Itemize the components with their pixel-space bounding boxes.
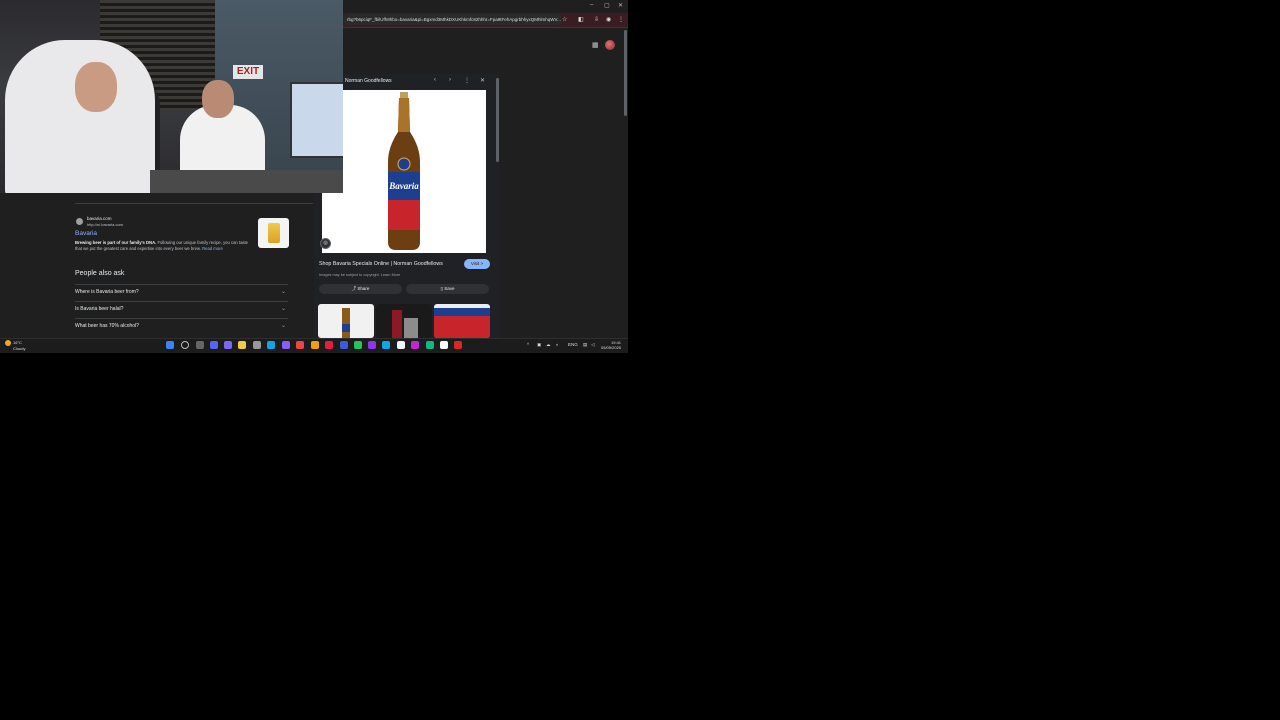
weather-desc: Cloudy — [13, 346, 26, 351]
task-view-icon[interactable] — [196, 341, 204, 349]
app-icon[interactable] — [382, 341, 390, 349]
related-image[interactable] — [318, 304, 374, 338]
webcam-overlay: EXIT — [0, 0, 343, 193]
chrome-active-icon[interactable] — [454, 341, 462, 349]
result-title-link[interactable]: Bavaria — [75, 230, 97, 237]
google-apps-icon[interactable]: ▦ — [592, 41, 600, 49]
person-white-hoodie — [5, 40, 155, 193]
chevron-down-icon: ⌄ — [280, 289, 286, 295]
bookmark-star-icon[interactable]: ☆ — [562, 16, 567, 23]
person-face — [75, 62, 117, 112]
save-button[interactable]: ▯ Save — [406, 284, 489, 294]
chrome-icon[interactable] — [296, 341, 304, 349]
related-image[interactable] — [434, 304, 490, 338]
desktop-screen: – ▢ ✕ rbg?b6pciqF_fbilUfh8hbo=bavaria&pi… — [0, 0, 628, 353]
app-icon[interactable] — [224, 341, 232, 349]
app-icon[interactable] — [411, 341, 419, 349]
profile-icon[interactable]: ◉ — [606, 16, 611, 23]
language-indicator[interactable]: ENG — [568, 342, 578, 347]
section-divider — [75, 203, 313, 204]
site-favicon-icon — [76, 218, 83, 225]
panel-scrollbar[interactable] — [496, 78, 499, 162]
beer-bottle-image: Bavaria — [388, 92, 420, 250]
extensions-icon[interactable]: ◧ — [578, 16, 584, 23]
system-clock[interactable]: 19:41 05/05/2025 — [601, 340, 621, 350]
page-scrollbar[interactable] — [624, 30, 627, 116]
read-more-link[interactable]: Read more — [202, 246, 223, 251]
result-site-url[interactable]: http://nl.bavaria.com — [87, 222, 123, 227]
result-site-name[interactable]: bavaria.com — [87, 216, 112, 221]
app-icon[interactable] — [311, 341, 319, 349]
file-explorer-icon[interactable] — [238, 341, 246, 349]
start-menu-icon[interactable] — [166, 341, 174, 349]
edge-icon[interactable] — [267, 341, 275, 349]
desk — [150, 170, 343, 193]
tray-app-icon[interactable]: ◐ — [556, 342, 559, 347]
url-field[interactable]: rbg?b6pciqF_fbilUfh8hbo=bavaria&pi=Bgxmd… — [343, 14, 562, 25]
more-options-icon[interactable]: ⋮ — [464, 77, 470, 84]
app-icon[interactable] — [426, 341, 434, 349]
paa-question-text: What beer has 70% alcohol? — [75, 323, 139, 329]
paa-question-text: Is Bavaria beer halal? — [75, 306, 124, 312]
paa-question[interactable]: Where is Bavaria beer from? ⌄ — [75, 284, 288, 301]
weather-temp: 16°C — [13, 340, 22, 346]
whatsapp-icon[interactable] — [354, 341, 362, 349]
paa-question-text: Where is Bavaria beer from? — [75, 289, 139, 295]
download-icon[interactable]: ⇩ — [594, 16, 599, 23]
paa-question[interactable]: What beer has 70% alcohol? ⌄ — [75, 318, 288, 335]
share-label: Share — [357, 286, 370, 291]
tray-app-icon[interactable]: ▣ — [537, 342, 541, 348]
minimize-icon[interactable]: – — [590, 2, 593, 8]
related-pack-image — [434, 308, 490, 338]
related-image[interactable] — [376, 304, 432, 338]
close-window-icon[interactable]: ✕ — [618, 2, 623, 9]
chevron-down-icon: ⌄ — [280, 306, 286, 312]
app-icon[interactable] — [440, 341, 448, 349]
tray-overflow-icon[interactable]: ^ — [527, 342, 529, 347]
obs-icon[interactable] — [282, 341, 290, 349]
person-face — [202, 80, 234, 118]
tray-app-icon[interactable]: ☁ — [546, 342, 551, 348]
people-also-ask-title: People also ask — [75, 270, 125, 277]
share-button[interactable]: ⤴ Share — [319, 284, 402, 294]
weather-widget[interactable]: 16°C Cloudy — [5, 340, 25, 351]
next-image-icon[interactable]: › — [449, 77, 451, 83]
related-bottle-image — [342, 308, 350, 338]
snippet-bold: Brewing beer is part of our family's DNA… — [75, 240, 157, 245]
paa-question[interactable]: Is Bavaria beer halal? ⌄ — [75, 301, 288, 318]
image-title[interactable]: Shop Bavaria Specials Online | Norman Go… — [319, 261, 443, 267]
save-label: Save — [444, 286, 455, 291]
vpn-icon[interactable] — [340, 341, 348, 349]
panel-source-name[interactable]: Norman Goodfellows — [345, 78, 392, 84]
clock-date: 05/05/2025 — [601, 345, 622, 350]
related-can-image — [392, 310, 418, 338]
copyright-notice: Images may be subject to copyright. Lear… — [319, 273, 401, 277]
background-monitor — [290, 82, 343, 158]
bottle-brand-text: Bavaria — [388, 181, 419, 191]
maximize-icon[interactable]: ▢ — [604, 2, 610, 9]
prev-image-icon[interactable]: ‹ — [434, 77, 436, 83]
notepad-icon[interactable] — [253, 341, 261, 349]
close-panel-icon[interactable]: ✕ — [480, 77, 485, 84]
menu-dots-icon[interactable]: ⋮ — [618, 16, 624, 23]
app-icon[interactable] — [397, 341, 405, 349]
lens-search-icon[interactable]: ◎ — [320, 238, 331, 249]
app-icon[interactable] — [325, 341, 333, 349]
result-snippet: Brewing beer is part of our family's DNA… — [75, 240, 250, 252]
weather-icon — [5, 340, 11, 346]
chevron-down-icon: ⌄ — [280, 323, 286, 329]
exit-sign: EXIT — [233, 65, 263, 79]
account-avatar[interactable] — [605, 40, 615, 50]
volume-icon[interactable]: ◁ — [591, 342, 594, 348]
visit-button[interactable]: Visit > — [464, 259, 490, 269]
network-icon[interactable]: ▤ — [583, 342, 587, 348]
beer-glass-image — [268, 223, 280, 243]
discord-icon[interactable] — [210, 341, 218, 349]
search-icon[interactable] — [181, 341, 189, 349]
twitch-icon[interactable] — [368, 341, 376, 349]
